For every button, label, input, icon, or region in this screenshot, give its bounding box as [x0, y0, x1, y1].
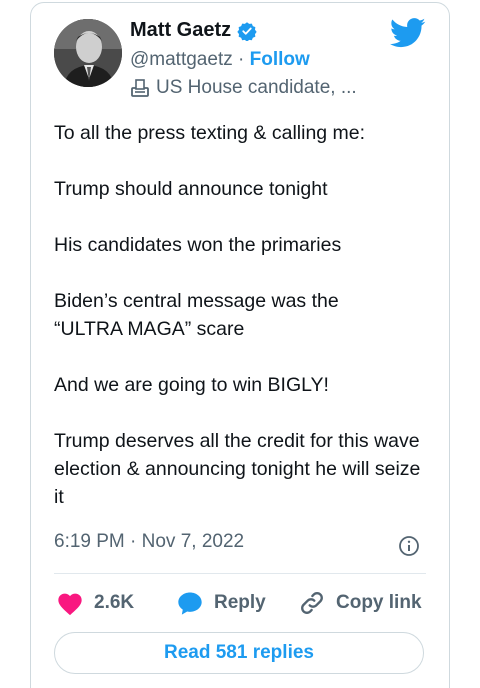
- tweet-timestamp[interactable]: 6:19 PM · Nov 7, 2022: [54, 531, 244, 553]
- tweet-line: Biden’s central message was the “ULTRA M…: [54, 290, 339, 340]
- tweet-line: And we are going to win BIGLY!: [54, 374, 329, 396]
- tweet-line: To all the press texting & calling me:: [54, 122, 366, 144]
- author-name[interactable]: Matt Gaetz: [130, 19, 231, 42]
- tweet-line: Trump should announce tonight: [54, 178, 328, 200]
- tweet-line: Trump deserves all the credit for this w…: [54, 430, 421, 508]
- copy-link-label: Copy link: [336, 592, 422, 613]
- like-button[interactable]: 2.6K: [56, 588, 134, 618]
- author-label-row: US House candidate, ...: [130, 77, 357, 99]
- ballot-box-icon: [131, 79, 149, 97]
- separator: ·: [238, 49, 245, 70]
- divider: [54, 573, 426, 574]
- read-replies-button[interactable]: Read 581 replies: [54, 632, 424, 674]
- verified-badge-icon: [237, 21, 257, 41]
- author-label: US House candidate, ...: [156, 77, 357, 98]
- reply-button[interactable]: Reply: [176, 588, 266, 618]
- heart-icon: [58, 593, 82, 616]
- like-count: 2.6K: [94, 592, 135, 613]
- copy-link-button[interactable]: Copy link: [298, 588, 422, 618]
- author-avatar[interactable]: [54, 19, 122, 87]
- handle-row: @mattgaetz · Follow: [130, 49, 310, 71]
- tweet-line: His candidates won the primaries: [54, 234, 342, 256]
- follow-button[interactable]: Follow: [250, 49, 310, 70]
- reply-bubble-icon: [178, 592, 202, 615]
- author-handle[interactable]: @mattgaetz: [130, 49, 233, 70]
- action-bar: 2.6K Reply Copy link: [54, 588, 426, 618]
- twitter-bird-icon[interactable]: [390, 18, 426, 48]
- tweet-text: To all the press texting & calling me: T…: [54, 119, 434, 511]
- link-icon: [301, 592, 323, 614]
- author-name-row[interactable]: Matt Gaetz: [130, 19, 257, 42]
- reply-label: Reply: [214, 592, 266, 613]
- info-icon[interactable]: [398, 535, 420, 557]
